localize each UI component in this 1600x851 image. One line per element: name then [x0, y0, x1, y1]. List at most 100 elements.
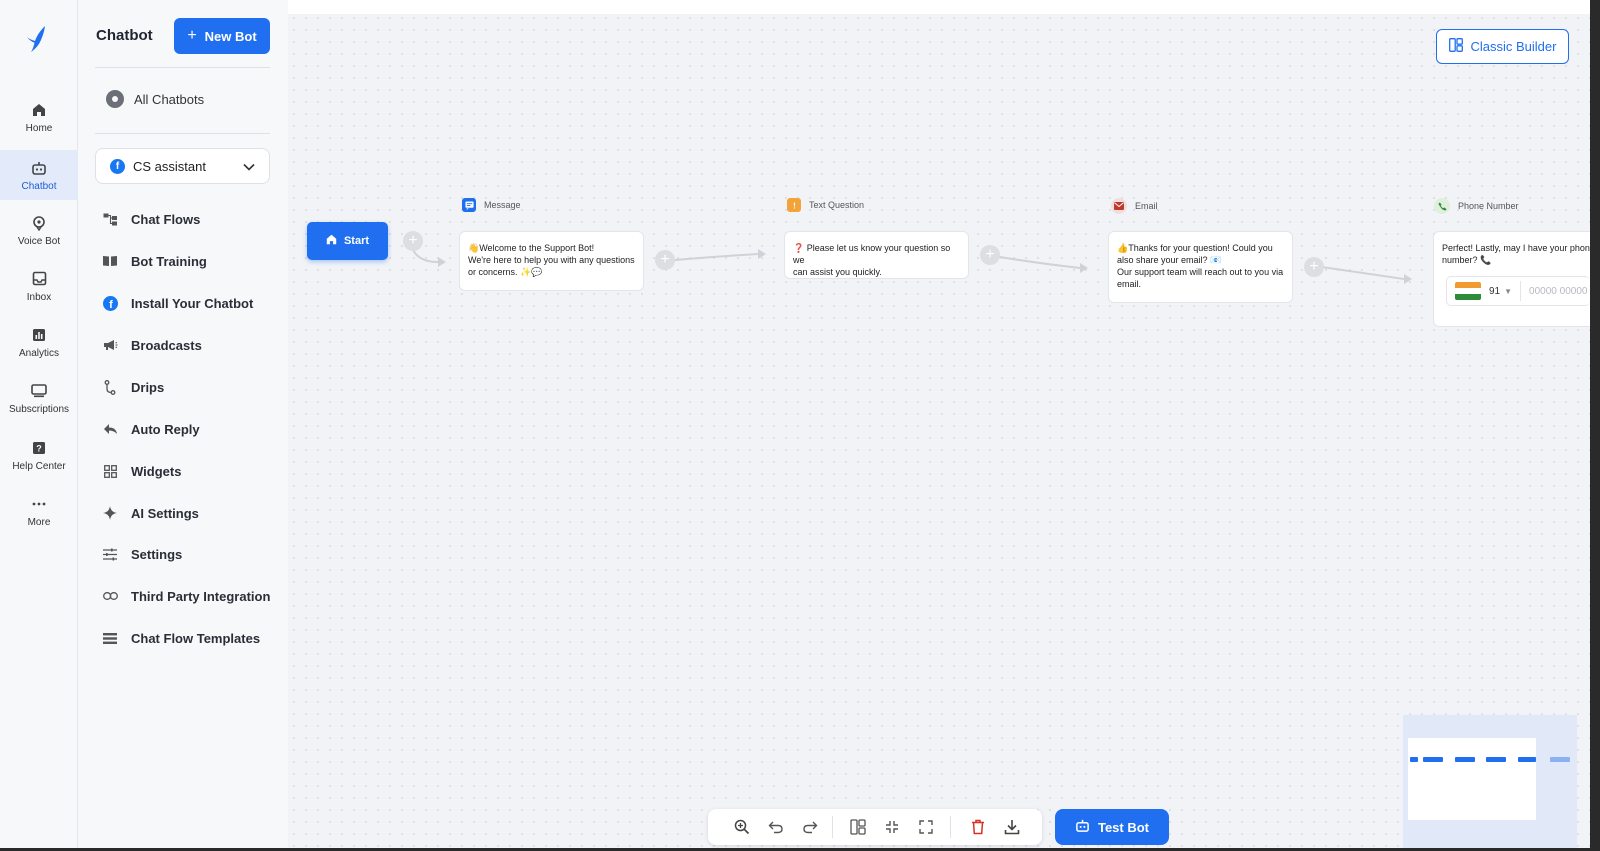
bot-icon	[30, 159, 48, 177]
node-text-line: We're here to help you with any question…	[468, 255, 635, 265]
delete-button[interactable]	[968, 817, 988, 837]
menu-item-label: Bot Training	[131, 253, 207, 269]
sparkle-icon	[102, 505, 118, 521]
add-step-button[interactable]: +	[655, 250, 675, 270]
svg-text:f: f	[109, 299, 113, 311]
all-chatbots-link[interactable]: All Chatbots	[106, 90, 204, 108]
rail-item-more[interactable]: More	[0, 486, 78, 536]
rail-item-home[interactable]: Home	[0, 92, 78, 142]
rail-item-label: Inbox	[26, 291, 52, 303]
plus-icon: +	[985, 246, 995, 263]
divider	[95, 67, 270, 68]
book-icon	[102, 253, 118, 269]
node-type-label: ! Text Question	[787, 198, 864, 212]
plus-icon: +	[187, 27, 197, 44]
node-text-line: Our support team will reach out to you v…	[1117, 267, 1284, 277]
menu-item-bot-training[interactable]: Bot Training	[102, 250, 207, 272]
new-bot-button[interactable]: + New Bot	[174, 18, 270, 54]
start-node[interactable]: Start	[307, 222, 388, 260]
node-type-text: Email	[1135, 201, 1158, 211]
fit-view-button[interactable]	[916, 817, 936, 837]
test-bot-button[interactable]: Test Bot	[1055, 809, 1169, 845]
node-text-line: also share your email? 📧	[1117, 255, 1222, 265]
zoom-in-button[interactable]	[732, 817, 752, 837]
rail-item-chatbot[interactable]: Chatbot	[0, 150, 78, 200]
plus-icon: +	[408, 232, 418, 249]
plus-icon: +	[660, 251, 670, 268]
message-node[interactable]: 👋Welcome to the Support Bot! We're here …	[459, 231, 644, 291]
chatbot-sidebar: Chatbot + New Bot All Chatbots f CS assi…	[78, 0, 288, 848]
menu-item-auto-reply[interactable]: Auto Reply	[102, 418, 200, 440]
all-chatbots-label: All Chatbots	[134, 91, 205, 107]
collapse-button[interactable]	[882, 817, 902, 837]
templates-icon	[102, 630, 118, 646]
node-type-label: Phone Number	[1434, 198, 1519, 214]
rail-item-analytics[interactable]: Analytics	[0, 317, 78, 367]
menu-item-third-party-integration[interactable]: Third Party Integration	[102, 585, 270, 607]
redo-icon	[803, 821, 818, 834]
rail-item-label: Analytics	[18, 347, 59, 359]
node-text-line: email.	[1117, 279, 1142, 289]
rail-item-label: Help Center	[12, 460, 66, 472]
toolbar-divider	[950, 816, 951, 838]
node-text-line: Perfect! Lastly, may I have your phone	[1442, 243, 1595, 253]
node-text-line: ❓ Please let us know your question so we	[793, 243, 951, 265]
menu-item-chat-flow-templates[interactable]: Chat Flow Templates	[102, 627, 260, 649]
analytics-icon	[30, 326, 48, 344]
test-bot-label: Test Bot	[1097, 819, 1150, 835]
selected-bot-name: CS assistant	[133, 158, 206, 174]
rail-item-help-center[interactable]: ? Help Center	[0, 430, 78, 480]
menu-item-install-chatbot[interactable]: f Install Your Chatbot	[102, 292, 253, 314]
start-label: Start	[343, 235, 370, 247]
india-flag-icon	[1455, 282, 1481, 300]
email-node[interactable]: 👍Thanks for your question! Could you als…	[1108, 231, 1293, 303]
node-type-text: Phone Number	[1458, 201, 1519, 211]
node-type-text: Text Question	[809, 200, 865, 210]
message-icon	[462, 198, 476, 212]
menu-item-label: Settings	[131, 546, 183, 562]
menu-item-broadcasts[interactable]: Broadcasts	[102, 334, 202, 356]
add-step-button[interactable]: +	[980, 245, 1000, 265]
menu-item-settings[interactable]: Settings	[102, 543, 182, 565]
minimap-node	[1518, 757, 1536, 762]
phone-input[interactable]: 00000 00000	[1520, 281, 1587, 301]
question-icon: !	[787, 198, 801, 212]
country-code[interactable]: 91	[1489, 286, 1500, 297]
menu-item-label: Third Party Integration	[131, 588, 271, 604]
expand-icon	[919, 820, 933, 834]
undo-button[interactable]	[766, 817, 786, 837]
download-button[interactable]	[1002, 817, 1022, 837]
rail-item-subscriptions[interactable]: Subscriptions	[0, 373, 78, 423]
minimap-viewport[interactable]	[1408, 738, 1536, 820]
add-step-button[interactable]: +	[1304, 257, 1324, 277]
rail-item-inbox[interactable]: Inbox	[0, 261, 78, 311]
node-text-line: can assist you quickly.	[793, 267, 882, 277]
reply-icon	[102, 421, 118, 437]
add-step-button[interactable]: +	[403, 231, 423, 251]
chevron-down-icon	[243, 159, 255, 174]
text-question-node[interactable]: ❓ Please let us know your question so we…	[784, 231, 969, 279]
node-text-line: 👍Thanks for your question! Could you	[1117, 243, 1273, 253]
rail-item-label: Subscriptions	[8, 403, 70, 415]
undo-icon	[768, 821, 783, 834]
svg-text:?: ?	[36, 443, 42, 453]
menu-item-chat-flows[interactable]: Chat Flows	[102, 208, 200, 230]
redo-button[interactable]	[800, 817, 820, 837]
link-icon	[102, 588, 118, 604]
menu-item-label: Broadcasts	[131, 337, 202, 353]
node-text-line: 👋Welcome to the Support Bot!	[468, 243, 595, 253]
rail-item-voice-bot[interactable]: Voice Bot	[0, 205, 78, 255]
more-icon	[30, 495, 48, 513]
app-logo[interactable]	[21, 21, 57, 57]
menu-item-drips[interactable]: Drips	[102, 376, 164, 398]
phone-input-row[interactable]: 91 ▼ 00000 00000	[1446, 276, 1590, 306]
auto-layout-button[interactable]	[848, 817, 868, 837]
menu-item-label: Chat Flows	[131, 211, 201, 227]
menu-item-ai-settings[interactable]: AI Settings	[102, 502, 199, 524]
bot-selector[interactable]: f CS assistant	[95, 148, 270, 184]
minimap-node	[1410, 757, 1418, 762]
sliders-icon	[102, 546, 118, 562]
menu-item-widgets[interactable]: Widgets	[102, 460, 181, 482]
minimap[interactable]	[1403, 715, 1577, 848]
svg-text:!: !	[793, 201, 796, 209]
